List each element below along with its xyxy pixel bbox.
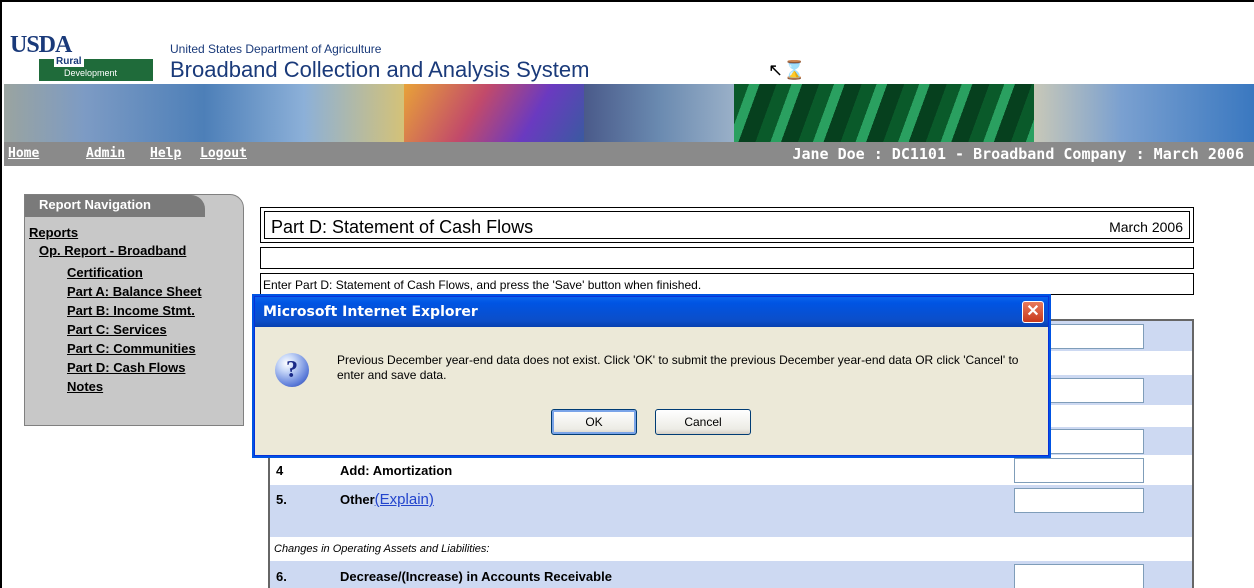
table-row: Changes in Operating Assets and Liabilit… bbox=[270, 537, 1192, 561]
row-number: 4 bbox=[276, 463, 284, 478]
nav-link-certification[interactable]: Certification bbox=[67, 263, 202, 282]
table-row: 5. Other(Explain) bbox=[270, 485, 1192, 537]
row-number: 6. bbox=[276, 569, 287, 584]
report-period: March 2006 bbox=[1109, 219, 1183, 235]
nav-link-part-c-communities[interactable]: Part C: Communities bbox=[67, 339, 202, 358]
table-row: 4 Add: Amortization bbox=[270, 455, 1192, 485]
row-label-amortization: Add: Amortization bbox=[340, 463, 453, 478]
menu-link-admin[interactable]: Admin bbox=[86, 146, 125, 161]
header-banner-image bbox=[4, 84, 1254, 142]
dialog-message: Previous December year-end data does not… bbox=[337, 353, 1019, 382]
system-name: Broadband Collection and Analysis System bbox=[170, 57, 590, 82]
nav-link-part-c-services[interactable]: Part C: Services bbox=[67, 320, 202, 339]
nav-link-part-b[interactable]: Part B: Income Stmt. bbox=[67, 301, 202, 320]
close-icon[interactable]: ✕ bbox=[1022, 301, 1044, 323]
nav-link-part-d[interactable]: Part D: Cash Flows bbox=[67, 358, 202, 377]
dialog-title-bar[interactable]: Microsoft Internet Explorer bbox=[255, 297, 1048, 327]
usda-logo[interactable]: USDA bbox=[10, 32, 72, 59]
nav-link-part-a[interactable]: Part A: Balance Sheet bbox=[67, 282, 202, 301]
nav-items-list: Certification Part A: Balance Sheet Part… bbox=[67, 263, 202, 396]
row-number: 5. bbox=[276, 492, 287, 507]
report-navigation-title: Report Navigation bbox=[25, 195, 205, 217]
nav-link-op-report[interactable]: Op. Report - Broadband bbox=[39, 243, 186, 258]
menu-link-home[interactable]: Home bbox=[8, 146, 39, 161]
hourglass-cursor-icon: ↖⌛ bbox=[768, 60, 806, 80]
other-input[interactable] bbox=[1014, 488, 1144, 513]
menu-link-help[interactable]: Help bbox=[150, 146, 181, 161]
report-navigation-panel: Report Navigation Reports Op. Report - B… bbox=[24, 194, 244, 426]
confirm-dialog: Microsoft Internet Explorer ✕ ? Previous… bbox=[254, 296, 1049, 456]
agency-name: United States Department of Agriculture bbox=[170, 42, 382, 56]
ok-button[interactable]: OK bbox=[551, 409, 637, 435]
top-menu-bar: Home Admin Help Logout Jane Doe : DC1101… bbox=[4, 142, 1254, 166]
section-label: Changes in Operating Assets and Liabilit… bbox=[274, 543, 490, 555]
dialog-title: Microsoft Internet Explorer bbox=[263, 304, 478, 320]
user-context-info: Jane Doe : DC1101 - Broadband Company : … bbox=[792, 145, 1244, 163]
page-title: Part D: Statement of Cash Flows bbox=[271, 217, 534, 237]
accounts-receivable-input[interactable] bbox=[1014, 564, 1144, 588]
development-label: Development bbox=[64, 68, 118, 78]
browser-page: USDA Rural Development United States Dep… bbox=[0, 0, 1254, 588]
row-label-other: Other(Explain) bbox=[340, 491, 434, 508]
nav-link-notes[interactable]: Notes bbox=[67, 377, 202, 396]
explain-link[interactable]: (Explain) bbox=[375, 491, 434, 508]
site-header: USDA Rural Development United States Dep… bbox=[4, 4, 1254, 84]
table-row: 6. Decrease/(Increase) in Accounts Recei… bbox=[270, 561, 1192, 588]
menu-link-logout[interactable]: Logout bbox=[200, 146, 247, 161]
page-title-box: Part D: Statement of Cash Flows March 20… bbox=[260, 207, 1194, 243]
message-row bbox=[260, 247, 1194, 269]
nav-link-reports[interactable]: Reports bbox=[29, 225, 78, 240]
question-icon: ? bbox=[275, 353, 309, 387]
amortization-input[interactable] bbox=[1014, 458, 1144, 483]
instructions-text: Enter Part D: Statement of Cash Flows, a… bbox=[260, 273, 1194, 295]
cancel-button[interactable]: Cancel bbox=[655, 409, 751, 435]
row-label-accounts-receivable: Decrease/(Increase) in Accounts Receivab… bbox=[340, 569, 612, 584]
rural-label: Rural bbox=[54, 56, 84, 67]
